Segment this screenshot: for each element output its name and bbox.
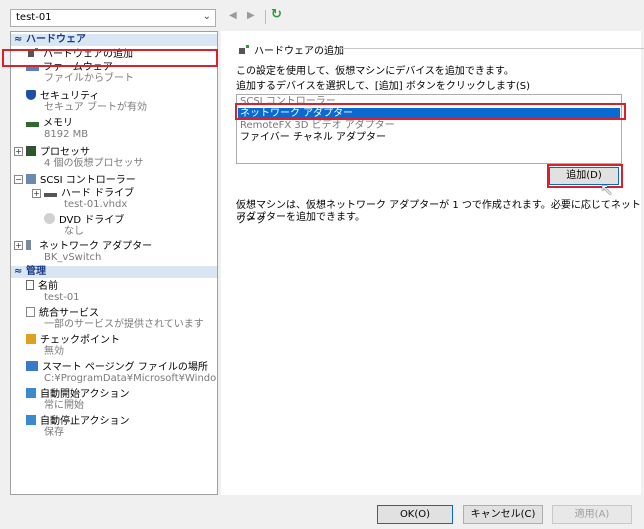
refresh-icon[interactable]: ↻ (271, 7, 282, 22)
processor-icon (26, 146, 36, 156)
hardware-section-header[interactable]: ≈ ハードウェア (11, 34, 217, 46)
shield-icon (26, 90, 36, 100)
integration-services-icon (26, 307, 35, 317)
tree-item-processor[interactable]: プロセッサ 4 個の仮想プロセッサ (26, 146, 144, 169)
panel-instruction: 追加するデバイスを選択して、[追加] ボタンをクリックします(S) (236, 81, 531, 92)
tree-item-checkpoints[interactable]: チェックポイント 無効 (26, 334, 120, 357)
dvd-icon (44, 213, 55, 224)
collapse-icon[interactable]: − (14, 175, 23, 184)
panel-title: ハードウェアの追加 (237, 42, 644, 57)
highlight-box-list (235, 103, 626, 120)
hard-drive-icon (44, 193, 57, 197)
expand-icon[interactable]: + (14, 147, 23, 156)
management-section-header[interactable]: ≈ 管理 (11, 266, 217, 278)
tree-item-dvd-drive[interactable]: DVD ドライブ なし (44, 213, 124, 237)
collapse-icon: ≈ (14, 266, 23, 277)
name-icon (26, 280, 34, 290)
tree-item-scsi-controller[interactable]: SCSI コントローラー (26, 174, 136, 186)
info-text-line2: アダプターを追加できます。 (236, 212, 365, 223)
highlight-box-tree (2, 49, 218, 67)
toolbar-divider (265, 10, 266, 24)
apply-button[interactable]: 適用(A) (552, 505, 632, 524)
back-icon[interactable]: ◀ (229, 10, 237, 21)
tree-item-integration-services[interactable]: 統合サービス 一部のサービスが提供されています (26, 307, 204, 330)
auto-start-icon (26, 388, 36, 398)
memory-icon (26, 122, 39, 127)
tree-item-auto-stop[interactable]: 自動停止アクション 保存 (26, 415, 130, 438)
smart-paging-icon (26, 361, 38, 371)
panel-description: この設定を使用して、仮想マシンにデバイスを追加できます。 (236, 66, 514, 77)
title-divider (339, 48, 644, 49)
scsi-icon (26, 174, 36, 184)
checkpoint-icon (26, 334, 36, 344)
tree-item-smart-paging[interactable]: スマート ページング ファイルの場所 C:¥ProgramData¥Micros… (26, 361, 217, 384)
settings-tree: ≈ ハードウェア ハードウェアの追加 ファームウェア ファイルからブート セキュリ… (10, 31, 218, 495)
tree-item-memory[interactable]: メモリ 8192 MB (26, 118, 88, 140)
collapse-icon: ≈ (14, 34, 23, 45)
tree-item-security[interactable]: セキュリティ セキュア ブートが有効 (26, 90, 147, 113)
ok-button[interactable]: OK(O) (377, 505, 453, 524)
forward-icon[interactable]: ▶ (247, 10, 255, 21)
vm-selector-value: test-01 (16, 12, 52, 23)
tree-item-network-adapter[interactable]: ネットワーク アダプター BK_vSwitch (26, 240, 152, 263)
mouse-cursor-icon: ↖ (600, 180, 614, 199)
auto-stop-icon (26, 415, 36, 425)
add-hardware-icon (237, 45, 250, 55)
cancel-button[interactable]: キャンセル(C) (463, 505, 543, 524)
expand-icon[interactable]: + (14, 241, 23, 250)
tree-item-auto-start[interactable]: 自動開始アクション 常に開始 (26, 388, 130, 411)
vm-selector[interactable]: test-01 ⌄ (10, 9, 216, 27)
tree-item-name[interactable]: 名前 test-01 (26, 280, 80, 303)
tree-item-hard-drive[interactable]: ハード ドライブ test-01.vhdx (44, 188, 134, 210)
chevron-down-icon: ⌄ (202, 11, 211, 22)
list-item[interactable]: ファイバー チャネル アダプター (240, 132, 386, 144)
expand-icon[interactable]: + (32, 189, 41, 198)
details-panel: ハードウェアの追加 この設定を使用して、仮想マシンにデバイスを追加できます。 追… (221, 31, 644, 495)
list-item[interactable]: RemoteFX 3D ビデオ アダプター (240, 120, 395, 132)
network-adapter-icon (26, 240, 31, 250)
